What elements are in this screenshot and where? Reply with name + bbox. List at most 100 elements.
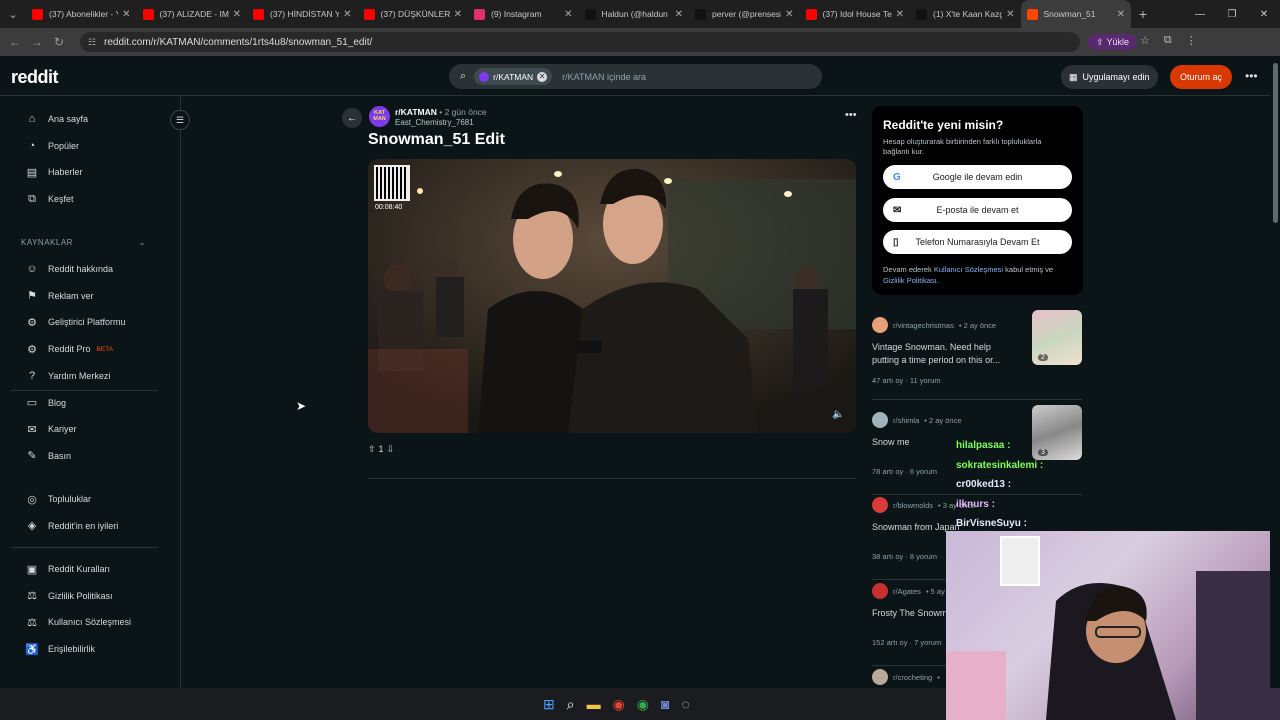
related-title[interactable]: Vintage Snowman. Need help putting a tim… xyxy=(872,341,1017,367)
related-subreddit[interactable]: r/shimla xyxy=(893,416,919,425)
related-post[interactable]: r/vintagechristmas • 2 ay önce Vintage S… xyxy=(872,310,1082,367)
tab-close-icon[interactable]: ✕ xyxy=(233,9,241,20)
subreddit-link[interactable]: r/KATMAN xyxy=(395,107,437,117)
user-agreement-link[interactable]: Kullanıcı Sözleşmesi xyxy=(934,265,1003,274)
sidebar-item[interactable]: ⚑ Reklam ver xyxy=(26,286,93,306)
related-avatar[interactable] xyxy=(872,497,888,513)
more-options-icon[interactable]: ••• xyxy=(1245,69,1258,83)
reddit-logo[interactable]: reddit xyxy=(11,67,59,88)
email-signin-button[interactable]: ✉ E-posta ile devam et xyxy=(883,198,1072,222)
browser-tab[interactable]: (37) Abonelikler - YouTube ✕ xyxy=(26,0,137,28)
sidebar-item-icon: ☺ xyxy=(26,263,38,275)
tab-close-icon[interactable]: ✕ xyxy=(564,9,572,20)
sidebar-item[interactable]: ✉ Kariyer xyxy=(26,419,76,439)
new-tab-button[interactable]: + xyxy=(1131,6,1155,22)
back-icon[interactable]: ← xyxy=(4,35,26,49)
sidebar-item[interactable]: ◎ Topluluklar xyxy=(26,489,91,509)
sidebar-item[interactable]: ▣ Reddit Kuralları xyxy=(26,559,110,579)
back-button[interactable]: ← xyxy=(342,108,362,128)
tab-close-icon[interactable]: ✕ xyxy=(122,9,130,20)
forward-icon[interactable]: → xyxy=(26,35,48,49)
page-scrollbar[interactable] xyxy=(1270,57,1280,688)
sidebar-item[interactable]: ☺ Reddit hakkında xyxy=(26,259,113,279)
file-explorer-icon[interactable]: ▬ xyxy=(587,696,601,713)
tab-search-icon[interactable]: ⌄ xyxy=(0,0,26,28)
windows-start-icon[interactable]: ⊞ xyxy=(543,696,555,713)
related-age: • xyxy=(937,672,940,682)
login-button[interactable]: Oturum aç xyxy=(1170,65,1232,89)
privacy-policy-link[interactable]: Gizlilik Politikası xyxy=(883,276,937,285)
downvote-icon[interactable]: ⇩ xyxy=(387,444,395,455)
browser-tab[interactable]: (1) X'te Kaan Kazg ✕ xyxy=(910,0,1021,28)
chip-remove-icon[interactable]: ✕ xyxy=(537,71,548,82)
reload-icon[interactable]: ↻ xyxy=(48,35,70,49)
related-avatar[interactable] xyxy=(872,669,888,685)
maximize-icon[interactable]: ❐ xyxy=(1216,9,1248,20)
sidebar-item[interactable]: ⚙ Reddit Pro BETA xyxy=(26,339,113,359)
related-subreddit[interactable]: r/blowmolds xyxy=(893,501,933,510)
scrollbar-thumb[interactable] xyxy=(1273,63,1278,223)
browser-tab[interactable]: Snowman_51 ✕ xyxy=(1020,0,1131,28)
sidebar-item[interactable]: ▭ Blog xyxy=(26,393,66,413)
get-app-button[interactable]: ▦ Uygulamayı edin xyxy=(1061,65,1158,89)
upload-button[interactable]: ⇪ Yükle xyxy=(1088,34,1138,50)
search-subreddit-chip[interactable]: r/KATMAN ✕ xyxy=(474,68,553,85)
tab-close-icon[interactable]: ✕ xyxy=(785,9,793,20)
browser-tab[interactable]: (37) ALIZADE - IM ✕ xyxy=(137,0,248,28)
extensions-icon[interactable]: ⧉ xyxy=(1164,34,1172,47)
subreddit-avatar[interactable]: KAT MAN xyxy=(369,106,390,127)
tab-close-icon[interactable]: ✕ xyxy=(343,9,351,20)
upvote-icon[interactable]: ⇧ xyxy=(368,444,376,455)
sidebar-item[interactable]: ▤ Haberler xyxy=(26,162,83,182)
tab-close-icon[interactable]: ✕ xyxy=(1117,9,1125,20)
browser-tab[interactable]: (37) DÜŞKÜNLER ✕ xyxy=(358,0,469,28)
sidebar-item[interactable]: ⚖ Gizlilik Politikası xyxy=(26,586,112,606)
browser-tab[interactable]: (37) HİNDİSTAN Y ✕ xyxy=(247,0,358,28)
post-more-icon[interactable]: ••• xyxy=(845,109,857,121)
browser-tab[interactable]: Haldun (@haldun ✕ xyxy=(579,0,690,28)
sidebar-item[interactable]: ♿ Erişilebilirlik xyxy=(25,639,95,659)
related-subreddit[interactable]: r/Agates xyxy=(893,587,921,596)
get-app-label: Uygulamayı edin xyxy=(1082,72,1150,82)
related-avatar[interactable] xyxy=(872,583,888,599)
close-window-icon[interactable]: ✕ xyxy=(1248,9,1280,20)
google-signin-button[interactable]: G Google ile devam edin xyxy=(883,165,1072,189)
chrome-active-icon[interactable]: ◉ xyxy=(637,696,649,713)
sidebar-item[interactable]: ⌂ Ana sayfa xyxy=(26,109,88,129)
volume-icon[interactable]: 🔈 xyxy=(832,409,846,423)
sidebar-item[interactable]: ⚙ Geliştirici Platformu xyxy=(26,312,125,332)
related-avatar[interactable] xyxy=(872,412,888,428)
chrome-icon[interactable]: ◉ xyxy=(613,696,625,713)
browser-tab[interactable]: (9) Instagram ✕ xyxy=(468,0,579,28)
taskbar-search-icon[interactable]: ⌕ xyxy=(567,696,575,713)
sidebar-item[interactable]: ? Yardım Merkezi xyxy=(26,366,110,386)
app-icon[interactable]: ◌ xyxy=(681,696,689,713)
browser-tab[interactable]: perver (@prensesi ✕ xyxy=(689,0,800,28)
sidebar-item[interactable]: ◈ Reddit'in en iyileri xyxy=(26,516,119,536)
search-bar[interactable]: ⌕ r/KATMAN ✕ r/KATMAN içinde ara xyxy=(449,64,822,89)
discord-icon[interactable]: ◙ xyxy=(661,696,669,713)
related-avatar[interactable] xyxy=(872,317,888,333)
related-subreddit[interactable]: r/crocheting xyxy=(893,673,932,682)
menu-dots-icon[interactable]: ⋮ xyxy=(1186,34,1197,47)
sidebar-item[interactable]: ⧉ Keşfet xyxy=(26,189,73,209)
video-player[interactable]: 00:08:40 🔈 xyxy=(368,159,856,433)
sidebar-item[interactable]: ⚖ Kullanıcı Sözleşmesi xyxy=(26,612,131,632)
related-subreddit[interactable]: r/vintagechristmas xyxy=(893,321,954,330)
phone-signin-button[interactable]: ▯ Telefon Numarasıyla Devam Et xyxy=(883,230,1072,254)
url-field[interactable]: ☷ reddit.com/r/KATMAN/comments/1rts4u8/s… xyxy=(80,32,1080,52)
minimize-icon[interactable]: — xyxy=(1184,9,1216,20)
sidebar-item[interactable]: ✎ Basın xyxy=(26,446,71,466)
tab-close-icon[interactable]: ✕ xyxy=(675,9,683,20)
sidebar-toggle-icon[interactable]: ☰ xyxy=(170,110,190,130)
related-thumbnail[interactable]: 2 xyxy=(1032,310,1082,365)
tab-close-icon[interactable]: ✕ xyxy=(1006,9,1014,20)
post-author[interactable]: East_Chemistry_7681 xyxy=(395,118,474,127)
tab-close-icon[interactable]: ✕ xyxy=(454,9,462,20)
tab-close-icon[interactable]: ✕ xyxy=(896,9,904,20)
bookmark-star-icon[interactable]: ☆ xyxy=(1140,34,1150,47)
site-info-icon[interactable]: ☷ xyxy=(88,37,96,48)
sidebar-item[interactable]: ◔ Popüler xyxy=(26,136,79,156)
resources-header[interactable]: KAYNAKLAR ⌄ xyxy=(21,238,146,247)
browser-tab[interactable]: (37) Idol House Te ✕ xyxy=(800,0,911,28)
